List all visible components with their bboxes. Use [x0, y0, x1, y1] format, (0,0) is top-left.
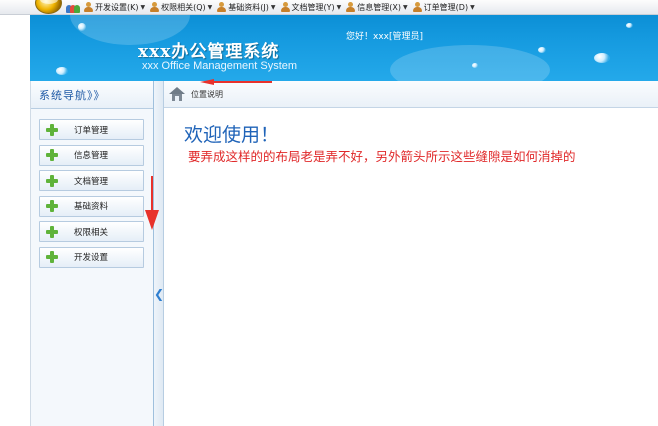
- app-title: xxx办公管理系统: [138, 42, 280, 62]
- menu-information[interactable]: 信息管理 (X) ▼: [346, 2, 408, 13]
- menu-hotkey: (X): [389, 2, 402, 12]
- sidebar-item-label: 订单管理: [74, 125, 109, 136]
- sidebar-item-basic-data[interactable]: 基础资料: [39, 195, 144, 217]
- menu-hotkey: (Y): [323, 2, 335, 12]
- water-drop-icon: [594, 53, 610, 63]
- menu-basic-data[interactable]: 基础资料 (J) ▼: [217, 2, 276, 13]
- plus-icon: [46, 174, 58, 187]
- plus-icon: [46, 225, 58, 238]
- sidebar-item-information[interactable]: 信息管理: [39, 144, 144, 166]
- breadcrumb: 位置说明: [191, 89, 223, 99]
- menu-hotkey: (J): [260, 2, 269, 12]
- breadcrumb-bar: 位置说明: [164, 81, 658, 108]
- header-banner: xxx办公管理系统 xxx Office Management System 您…: [30, 15, 658, 81]
- user-icon: [280, 2, 290, 12]
- plus-icon: [46, 149, 58, 162]
- caret-down-icon: ▼: [336, 3, 342, 11]
- user-icon: [150, 2, 160, 12]
- plus-icon: [46, 251, 58, 264]
- sidebar-item-permissions[interactable]: 权限相关: [39, 221, 144, 243]
- menu-dev-settings[interactable]: 开发设置 (K) ▼: [84, 2, 145, 13]
- water-drop-icon: [626, 23, 633, 28]
- welcome-heading: 欢迎使用！: [184, 124, 280, 146]
- nav-list: 订单管理 信息管理 文档管理 基础资料 权限相关 开发设置: [31, 109, 153, 268]
- main-content: 位置说明 欢迎使用！ 要弄成这样的的布局老是弄不好，另外箭头所示这些缝隙是如何消…: [164, 81, 658, 426]
- sidebar-splitter[interactable]: ❮: [154, 81, 164, 426]
- chevron-left-icon[interactable]: ❮: [154, 287, 164, 301]
- sidebar-title: 系统导航》》: [39, 88, 106, 102]
- sidebar-item-orders[interactable]: 订单管理: [39, 119, 144, 140]
- sidebar-header: 系统导航》》: [31, 81, 153, 109]
- annotation-arrow-left: [200, 79, 272, 85]
- menu-hotkey: (K): [127, 2, 139, 12]
- menu-label: 文档管理: [291, 2, 324, 12]
- menu-bar: 开发设置 (K) ▼ 权限相关 (Q) ▼ 基础资料 (J) ▼ 文档管理 (Y…: [0, 0, 658, 15]
- annotation-arrow-down: [145, 176, 159, 230]
- home-icon[interactable]: [169, 87, 185, 101]
- menu-orders[interactable]: 订单管理 (D) ▼: [412, 2, 475, 13]
- users-icon: [66, 2, 80, 13]
- caret-down-icon: ▼: [403, 3, 408, 11]
- water-drop-icon: [78, 23, 86, 31]
- user-icon: [412, 2, 422, 12]
- sidebar-item-documents[interactable]: 文档管理: [39, 170, 144, 192]
- caret-down-icon: ▼: [470, 3, 475, 11]
- menu-documents[interactable]: 文档管理 (Y) ▼: [280, 2, 342, 13]
- caret-down-icon: ▼: [207, 3, 213, 11]
- caret-down-icon: ▼: [140, 3, 146, 11]
- water-drop-icon: [538, 47, 546, 53]
- app-logo-icon[interactable]: [35, 0, 62, 14]
- user-icon: [217, 2, 227, 12]
- sidebar-item-label: 信息管理: [74, 151, 109, 162]
- water-drop-icon: [472, 63, 478, 68]
- sidebar-item-label: 文档管理: [74, 176, 109, 187]
- menu-label: 信息管理: [357, 2, 390, 12]
- water-drop-icon: [56, 67, 68, 75]
- banner-glow: [390, 45, 550, 81]
- user-icon: [84, 2, 93, 12]
- menu-label: 权限相关: [161, 2, 194, 12]
- menu-hotkey: (D): [455, 2, 469, 12]
- user-icon: [346, 2, 356, 12]
- menu-label: 基础资料: [228, 2, 261, 12]
- app-subtitle: xxx Office Management System: [142, 60, 298, 72]
- plus-icon: [46, 123, 58, 136]
- sidebar-item-dev-settings[interactable]: 开发设置: [39, 246, 144, 268]
- user-greeting: 您好！xxx[管理员]: [346, 32, 424, 42]
- sidebar-item-label: 开发设置: [74, 253, 109, 264]
- sidebar-item-label: 权限相关: [74, 227, 109, 238]
- sidebar: 系统导航》》 订单管理 信息管理 文档管理 基础资料 权限相关 开发设置: [30, 81, 154, 426]
- plus-icon: [46, 200, 58, 213]
- menu-permissions[interactable]: 权限相关 (Q) ▼: [150, 2, 212, 13]
- menu-hotkey: (Q): [193, 2, 206, 12]
- annotation-note: 要弄成这样的的布局老是弄不好，另外箭头所示这些缝隙是如何消掉的: [188, 149, 576, 164]
- caret-down-icon: ▼: [270, 3, 276, 11]
- sidebar-item-label: 基础资料: [74, 202, 109, 213]
- menu-label: 开发设置: [95, 2, 127, 12]
- menu-label: 订单管理: [423, 2, 456, 12]
